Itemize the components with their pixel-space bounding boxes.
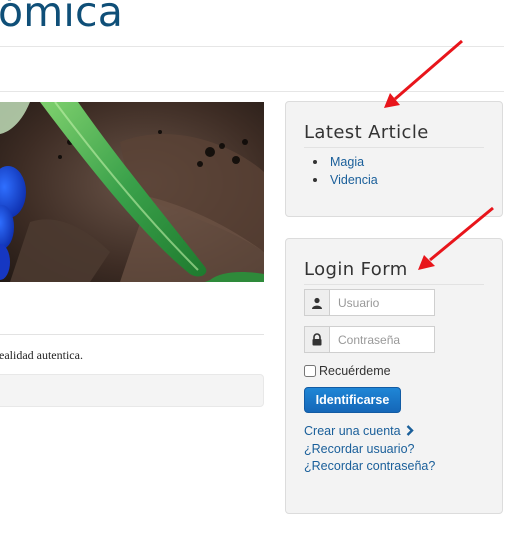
chevron-right-icon — [406, 424, 414, 441]
latest-article-list: Magia Videncia — [304, 153, 378, 189]
remember-me: Recuérdeme — [304, 364, 391, 378]
login-form-divider — [304, 284, 484, 285]
lock-icon — [305, 327, 330, 352]
article-body-text: ealidad autentica. — [0, 348, 83, 362]
username-input-group — [304, 289, 435, 316]
latest-article-module: Latest Article Magia Videncia — [285, 101, 503, 217]
forgot-password-link[interactable]: ¿Recordar contraseña? — [304, 458, 435, 475]
create-account-link[interactable]: Crear una cuenta — [304, 423, 435, 441]
password-input[interactable] — [330, 327, 434, 352]
list-item: Videncia — [304, 171, 378, 189]
login-links: Crear una cuenta ¿Recordar usuario? ¿Rec… — [304, 423, 435, 475]
remember-me-checkbox[interactable] — [304, 365, 316, 377]
latest-article-link-videncia[interactable]: Videncia — [330, 173, 378, 187]
user-icon — [305, 290, 330, 315]
article-hero-image — [0, 102, 264, 282]
site-title: ómica — [0, 0, 124, 36]
remember-me-label: Recuérdeme — [319, 364, 391, 378]
header-divider — [0, 46, 504, 47]
username-input[interactable] — [330, 290, 434, 315]
latest-article-link-magia[interactable]: Magia — [330, 155, 364, 169]
article-pagination-bar — [0, 374, 264, 407]
latest-article-divider — [304, 147, 484, 148]
login-submit-button[interactable]: Identificarse — [304, 387, 401, 413]
forgot-username-link[interactable]: ¿Recordar usuario? — [304, 441, 435, 458]
latest-article-title: Latest Article — [304, 122, 429, 143]
create-account-label: Crear una cuenta — [304, 424, 401, 438]
password-input-group — [304, 326, 435, 353]
login-form-module: Login Form Recuérdeme Identificarse Crea… — [285, 238, 503, 514]
annotation-arrow — [384, 39, 463, 108]
nav-divider — [0, 91, 504, 92]
article-divider — [0, 334, 264, 335]
list-item: Magia — [304, 153, 378, 171]
login-form-title: Login Form — [304, 259, 408, 280]
